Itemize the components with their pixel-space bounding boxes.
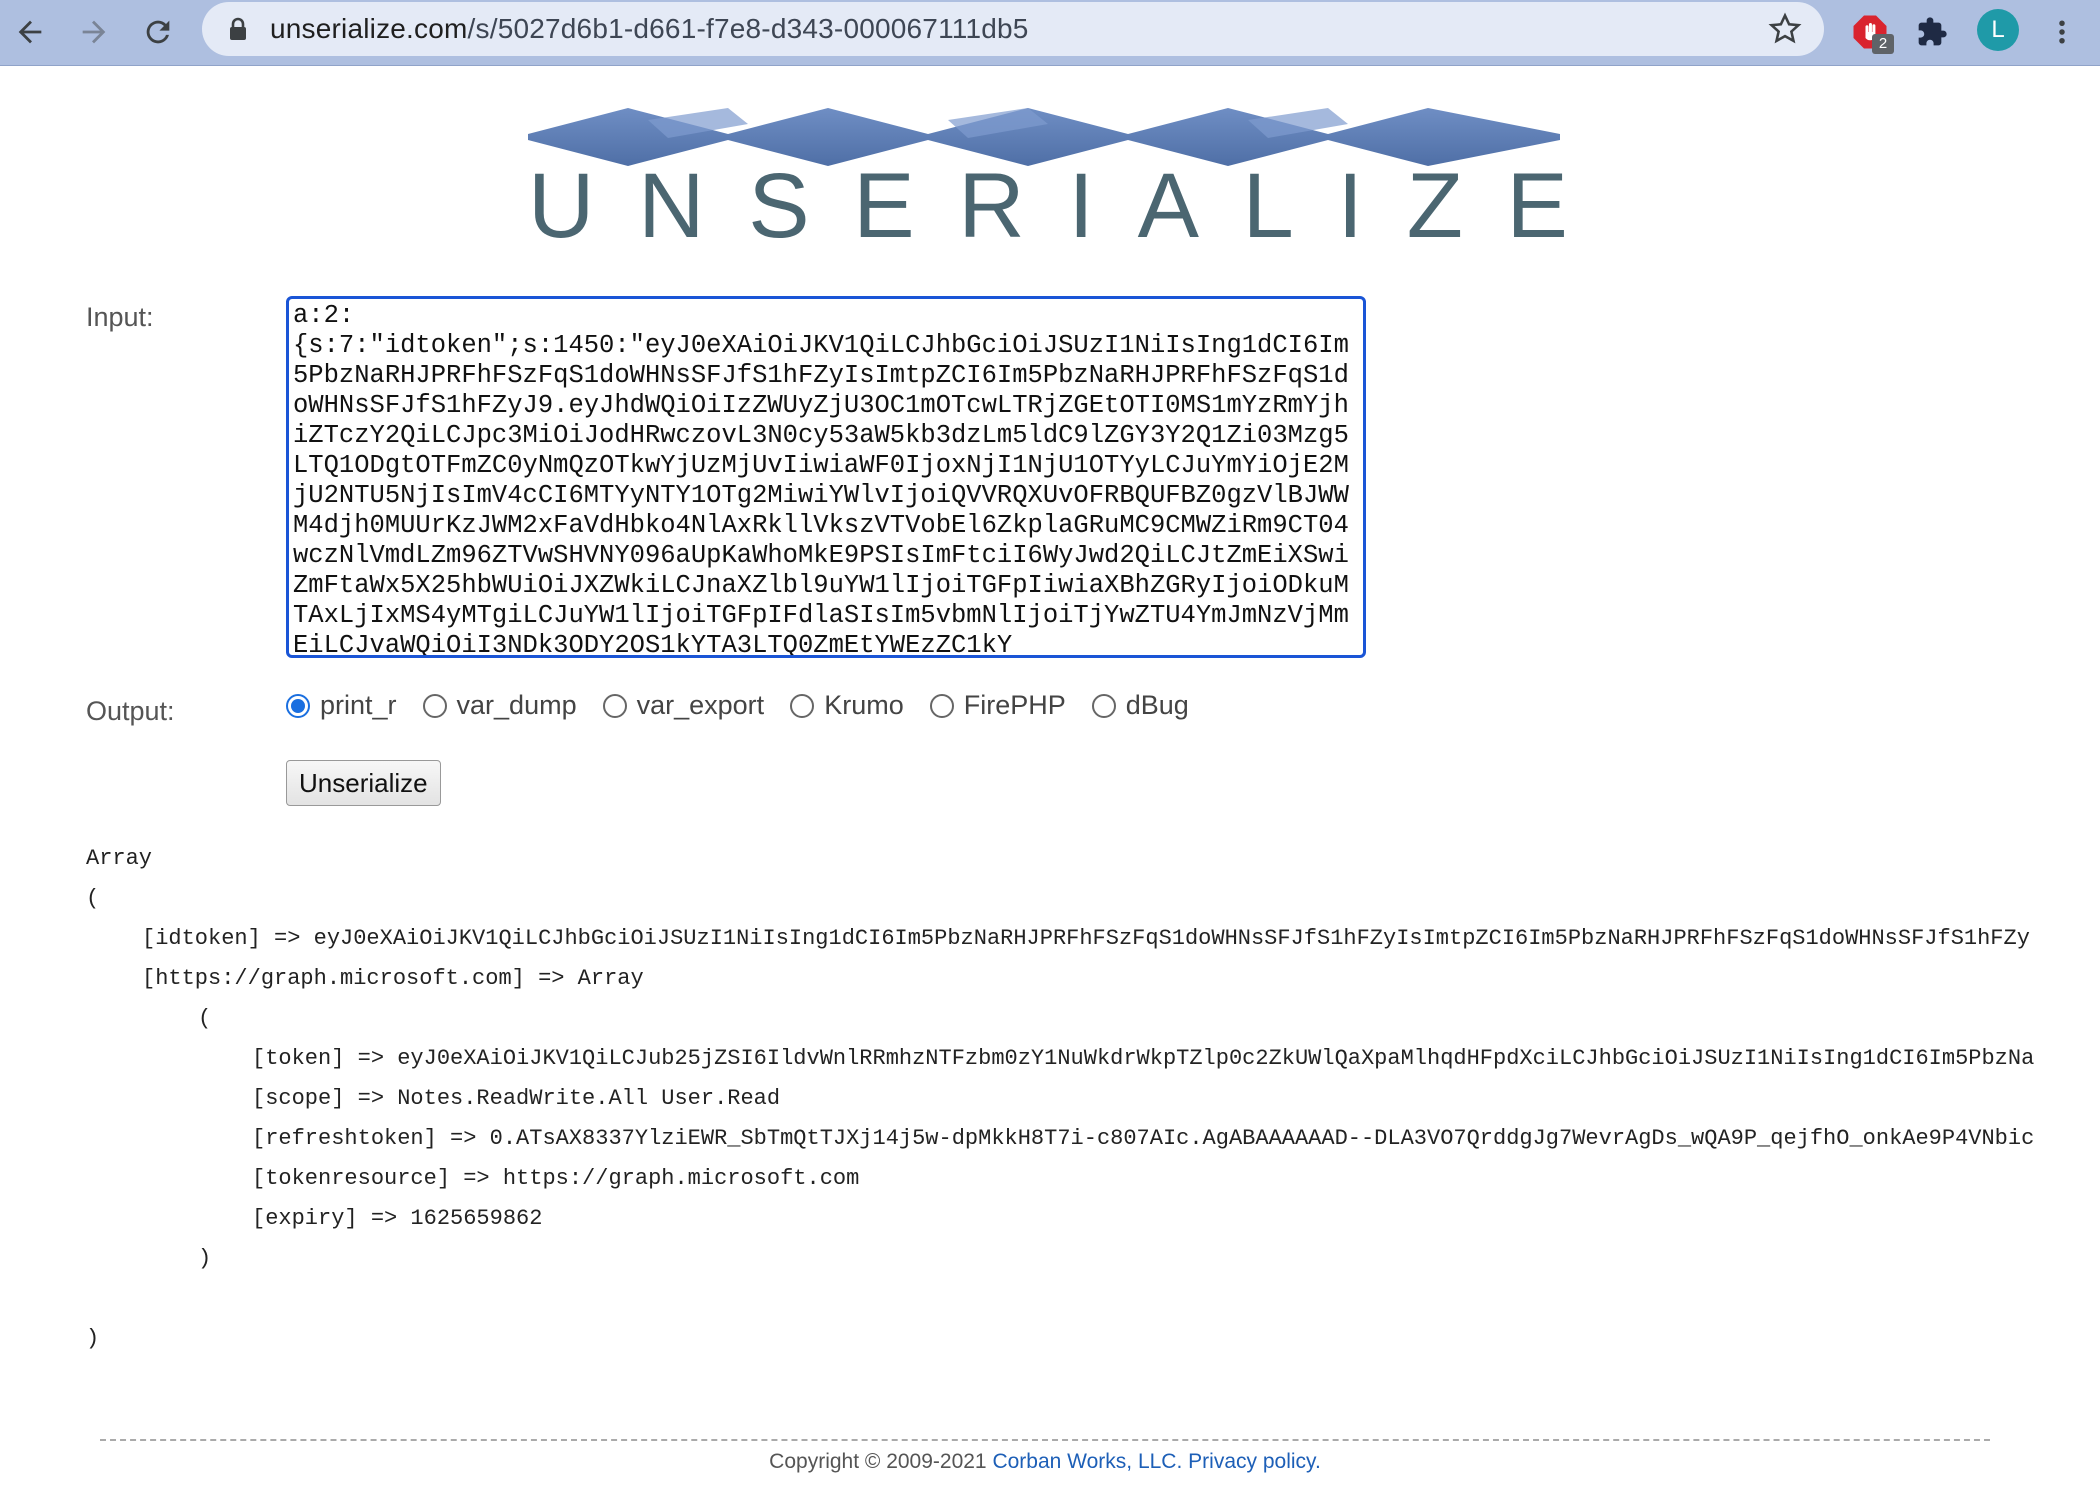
extensions-button[interactable]	[1908, 8, 1956, 56]
footer-divider	[100, 1439, 1990, 1441]
puzzle-icon	[1918, 17, 1947, 46]
radio-circle[interactable]	[286, 693, 310, 718]
url-text: unserialize.com/s/5027d6b1-d661-f7e8-d34…	[270, 13, 1029, 44]
input-text: a:2: {s:7:"idtoken";s:1450:"eyJ0eXAiOiJK…	[293, 301, 1349, 658]
output-format-group: print_r var_dump var_export Krumo FirePH…	[286, 690, 1215, 721]
arrow-right-icon	[82, 20, 106, 44]
footer: Copyright © 2009-2021 Corban Works, LLC.…	[0, 1450, 2090, 1474]
output-line: [idtoken] => eyJ0eXAiOiJKV1QiLCJhbGciOiJ…	[142, 926, 2030, 951]
output-line: (	[86, 886, 100, 911]
radio-circle[interactable]	[929, 693, 954, 718]
corban-works-link[interactable]: Corban Works, LLC.	[992, 1450, 1182, 1473]
forward-button[interactable]	[70, 8, 118, 56]
serialized-input-textarea[interactable]: a:2: {s:7:"idtoken";s:1450:"eyJ0eXAiOiJK…	[286, 296, 1366, 658]
arrow-left-icon	[18, 20, 42, 44]
unserialize-button[interactable]: Unserialize	[286, 760, 441, 806]
radio-dbug[interactable]: dBug	[1091, 690, 1189, 721]
reload-button[interactable]	[134, 8, 182, 56]
radio-circle[interactable]	[422, 693, 447, 718]
lock-icon	[230, 17, 246, 40]
address-bar[interactable]: unserialize.com/s/5027d6b1-d661-f7e8-d34…	[202, 2, 1824, 56]
output-label: Output:	[86, 696, 175, 726]
radio-circle[interactable]	[602, 693, 627, 718]
output-line: )	[86, 1326, 100, 1351]
reload-icon	[146, 20, 170, 44]
privacy-policy-link[interactable]: Privacy policy.	[1188, 1450, 1321, 1473]
output-line: [expiry] => 1625659862	[252, 1206, 543, 1231]
output-line: (	[198, 1006, 212, 1031]
output-line: [scope] => Notes.ReadWrite.All User.Read	[252, 1086, 781, 1111]
output-line: [https://graph.microsoft.com] => Array	[142, 966, 644, 991]
radio-print-r[interactable]: print_r	[286, 690, 397, 721]
radio-krumo[interactable]: Krumo	[790, 690, 904, 721]
output-line: [tokenresource] => https://graph.microso…	[252, 1166, 860, 1191]
back-button[interactable]	[6, 8, 54, 56]
radio-var-dump[interactable]: var_dump	[422, 690, 577, 721]
profile-avatar[interactable]: L	[1977, 9, 2019, 51]
browser-toolbar: unserialize.com/s/5027d6b1-d661-f7e8-d34…	[0, 0, 2100, 66]
radio-circle[interactable]	[1091, 693, 1116, 718]
radio-var-export[interactable]: var_export	[602, 690, 764, 721]
copyright-text: Copyright © 2009-2021	[769, 1450, 993, 1473]
extension-badge: 2	[1872, 34, 1894, 54]
output-line: )	[198, 1246, 212, 1271]
output-line: [token] => eyJ0eXAiOiJKV1QiLCJub25jZSI6I…	[252, 1046, 2035, 1071]
output-line: Array	[86, 846, 153, 871]
bookmark-star-icon[interactable]	[1768, 12, 1802, 46]
browser-menu-button[interactable]	[2038, 8, 2086, 56]
input-label: Input:	[86, 302, 154, 332]
output-line: [refreshtoken] => 0.ATsAX8337YlziEWR_SbT…	[252, 1126, 2035, 1151]
logo-wordmark: U N S E R I A L I Z E	[528, 155, 1568, 257]
radio-circle[interactable]	[790, 693, 815, 718]
radio-firephp[interactable]: FirePHP	[929, 690, 1066, 721]
kebab-menu-icon	[2059, 20, 2065, 44]
